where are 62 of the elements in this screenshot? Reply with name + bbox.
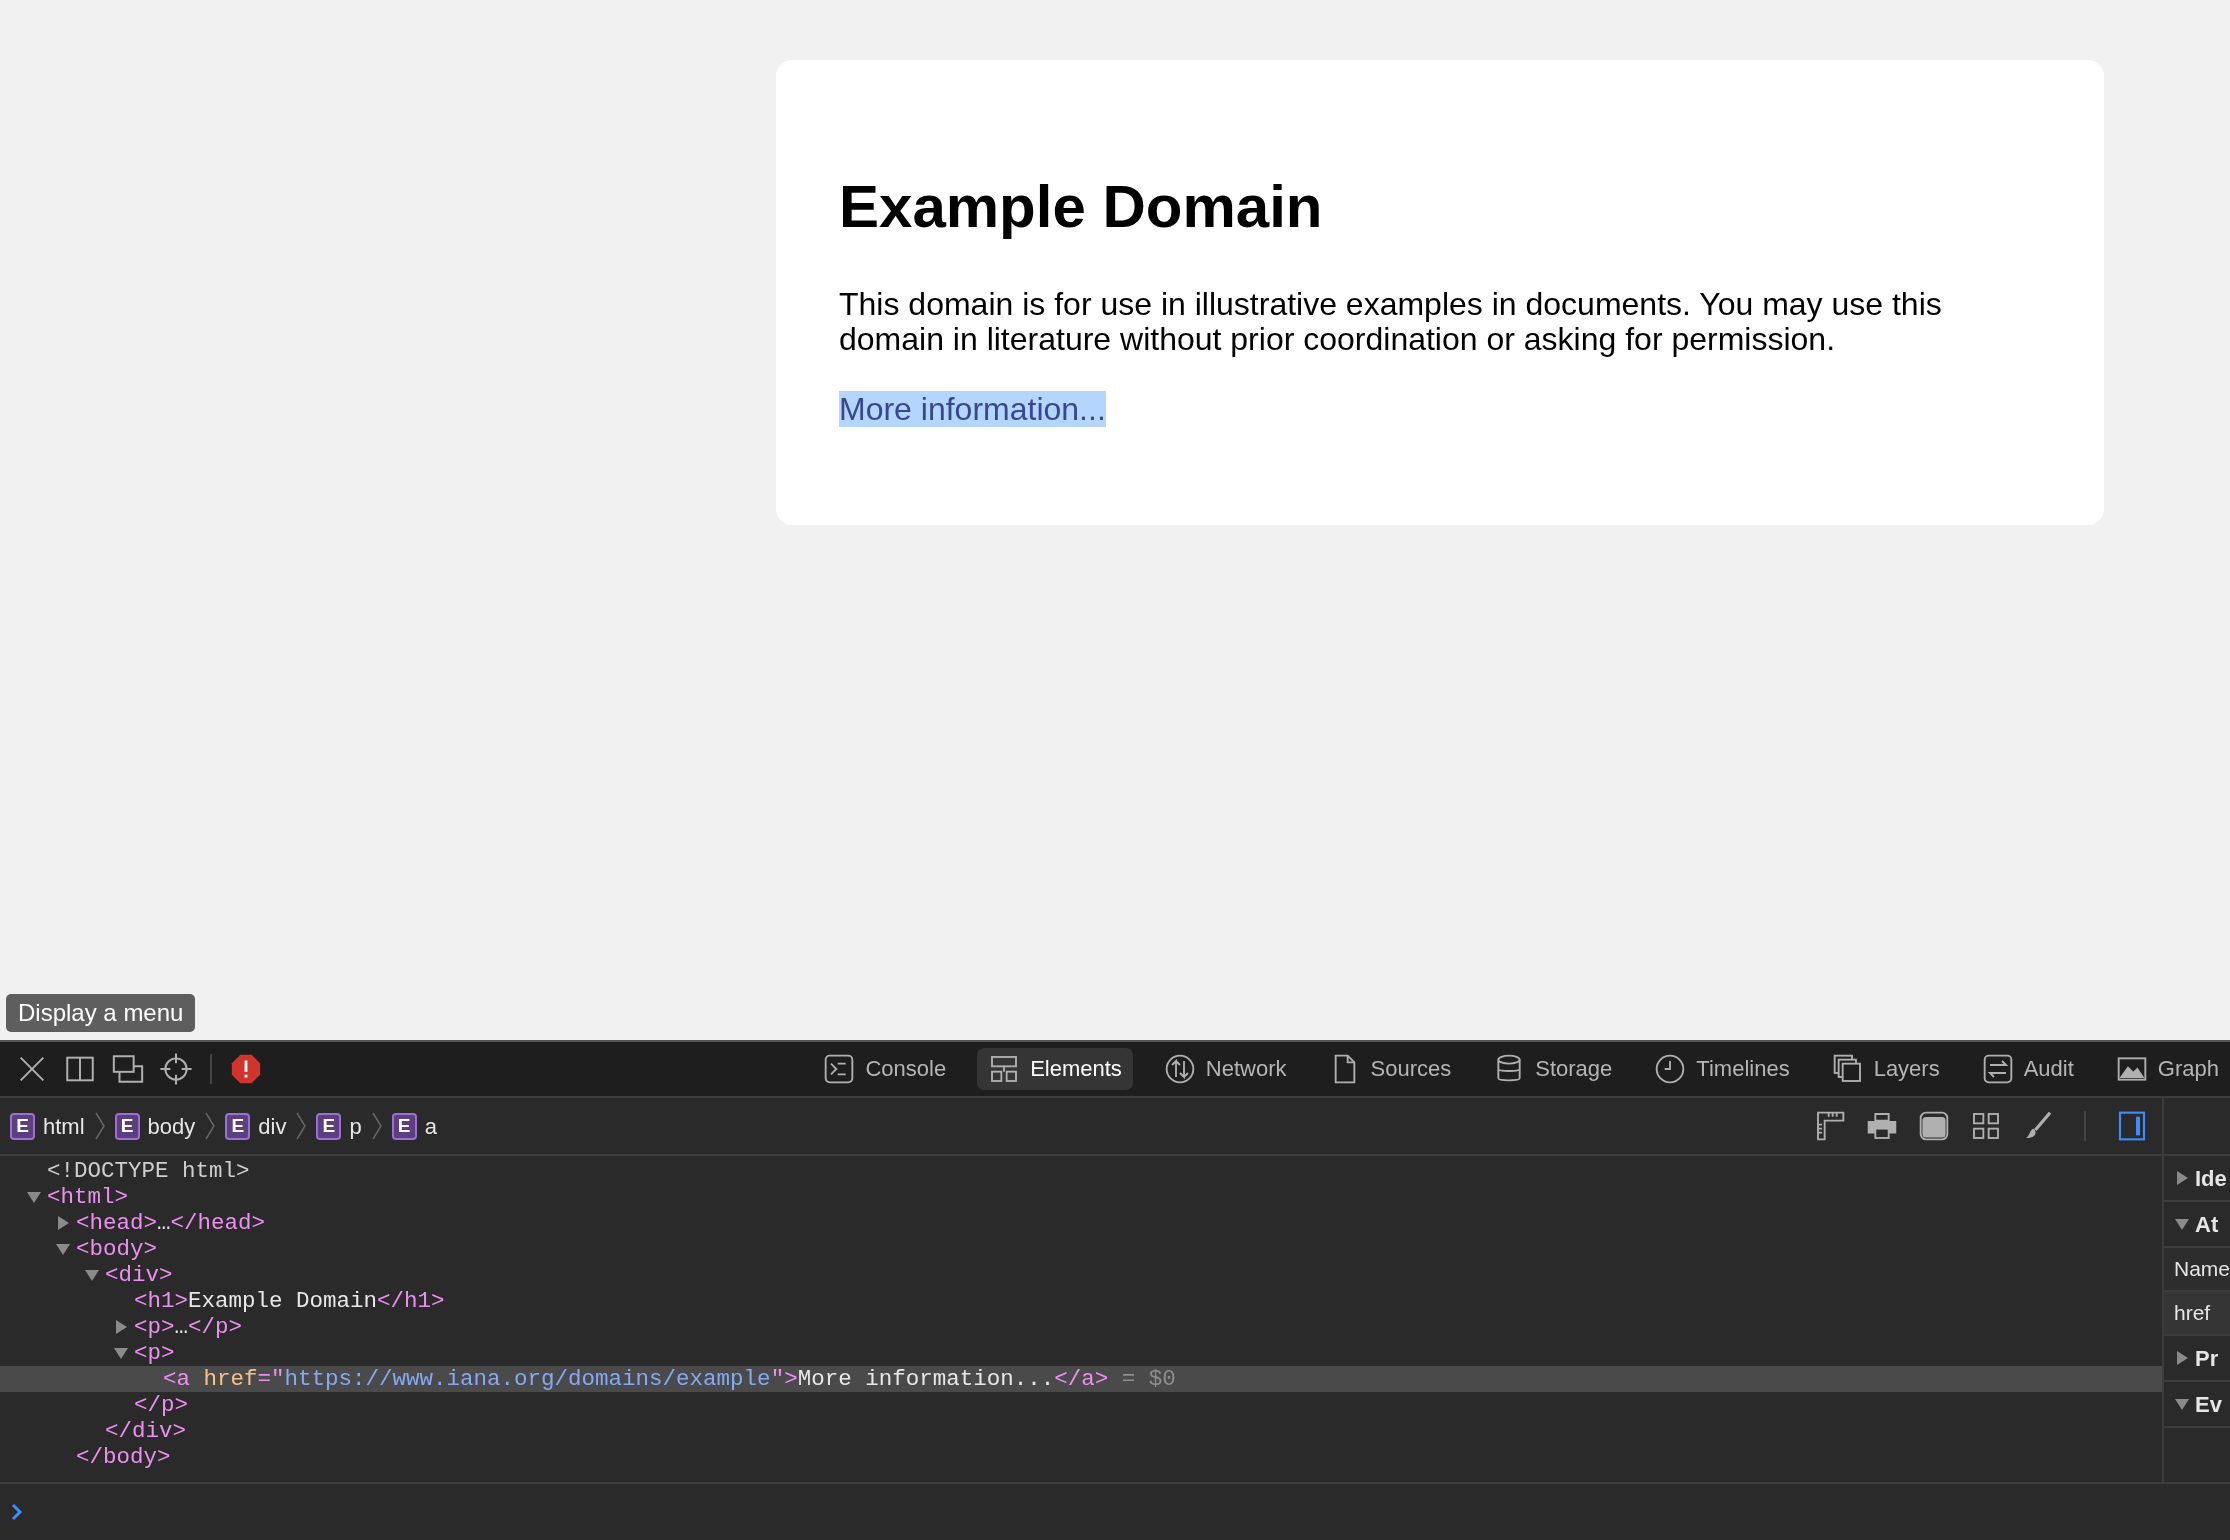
breadcrumb-item[interactable]: E p <box>316 1109 362 1143</box>
breadcrumb-item[interactable]: E body <box>114 1109 196 1143</box>
grid-icon[interactable] <box>1970 1110 2002 1142</box>
tab[interactable]: Graph <box>2104 1048 2230 1090</box>
layers-icon <box>1831 1053 1864 1085</box>
disclosure-triangle-icon[interactable] <box>113 1345 129 1361</box>
code-line[interactable]: <body> <box>0 1236 2162 1262</box>
sidebar-toggle-icon[interactable] <box>2116 1110 2148 1142</box>
code-line[interactable]: </p> <box>0 1392 2162 1418</box>
page-paragraph: This domain is for use in illustrative examples in documents. You may use this domain in literature without prior coordination or asking for permission. <box>839 287 1943 358</box>
disclosure-triangle-icon[interactable] <box>2174 1170 2190 1186</box>
breadcrumb-item[interactable]: E html <box>10 1109 85 1143</box>
chevron-icon <box>203 1111 218 1141</box>
code-line[interactable]: </div> <box>0 1418 2162 1444</box>
tooltip: Display a menu <box>6 994 196 1032</box>
disclosure-triangle-icon[interactable] <box>113 1319 129 1335</box>
section-title[interactable]: Ev <box>2195 1387 2222 1421</box>
section-title[interactable]: Pr <box>2195 1341 2219 1375</box>
clock-icon <box>1654 1053 1687 1085</box>
table-cell: href <box>2164 1292 2230 1336</box>
tab[interactable]: Elements <box>977 1048 1133 1090</box>
chevron-icon <box>294 1111 309 1141</box>
code-line[interactable]: <div> <box>0 1262 2162 1288</box>
printer-icon[interactable] <box>1866 1110 1898 1142</box>
disclosure-triangle-icon[interactable] <box>2174 1350 2190 1366</box>
breadcrumb-item[interactable]: E div <box>225 1109 287 1143</box>
tab[interactable]: Storage <box>1482 1048 1624 1090</box>
tab[interactable]: Console <box>812 1048 958 1090</box>
chevron-icon <box>369 1111 384 1141</box>
swap-icon <box>1981 1053 2014 1085</box>
tab[interactable]: Timelines <box>1643 1048 1801 1090</box>
console-icon <box>823 1053 856 1085</box>
disclosure-triangle-icon[interactable] <box>84 1267 100 1283</box>
arrows-icon <box>1163 1053 1196 1085</box>
disclosure-triangle-icon[interactable] <box>2174 1216 2190 1232</box>
window-icon[interactable] <box>1918 1110 1950 1142</box>
prompt-icon <box>10 1503 24 1521</box>
windows-icon[interactable] <box>111 1052 145 1086</box>
chevron-icon <box>92 1111 107 1141</box>
code-line[interactable]: <h1>Example Domain</h1> <box>0 1288 2162 1314</box>
page-heading: Example Domain <box>839 172 1324 241</box>
more-information-link[interactable]: More information... <box>839 391 1106 428</box>
tab[interactable]: Network <box>1152 1048 1298 1090</box>
tab[interactable]: Layers <box>1820 1048 1951 1090</box>
error-icon[interactable] <box>229 1052 263 1086</box>
disclosure-triangle-icon[interactable] <box>26 1189 42 1205</box>
code-line[interactable]: <head>…</head> <box>0 1210 2162 1236</box>
code-line[interactable]: <html> <box>0 1184 2162 1210</box>
code-line[interactable]: <p>…</p> <box>0 1314 2162 1340</box>
disclosure-triangle-icon[interactable] <box>55 1241 71 1257</box>
code-line[interactable]: </body> <box>0 1444 2162 1470</box>
disclosure-triangle-icon[interactable] <box>2174 1396 2190 1412</box>
section-title[interactable]: At <box>2195 1207 2219 1241</box>
tab[interactable]: Sources <box>1317 1048 1463 1090</box>
crosshair-icon[interactable] <box>159 1052 193 1086</box>
disclosure-triangle-icon[interactable] <box>55 1215 71 1231</box>
code-line[interactable]: <!DOCTYPE html> <box>0 1158 2162 1184</box>
breadcrumb-item[interactable]: E a <box>391 1109 437 1143</box>
code-line[interactable]: <p> <box>0 1340 2162 1366</box>
tab[interactable]: Audit <box>1970 1048 2085 1090</box>
section-title[interactable]: Ide <box>2195 1161 2227 1195</box>
ruler-icon[interactable] <box>1814 1110 1846 1142</box>
